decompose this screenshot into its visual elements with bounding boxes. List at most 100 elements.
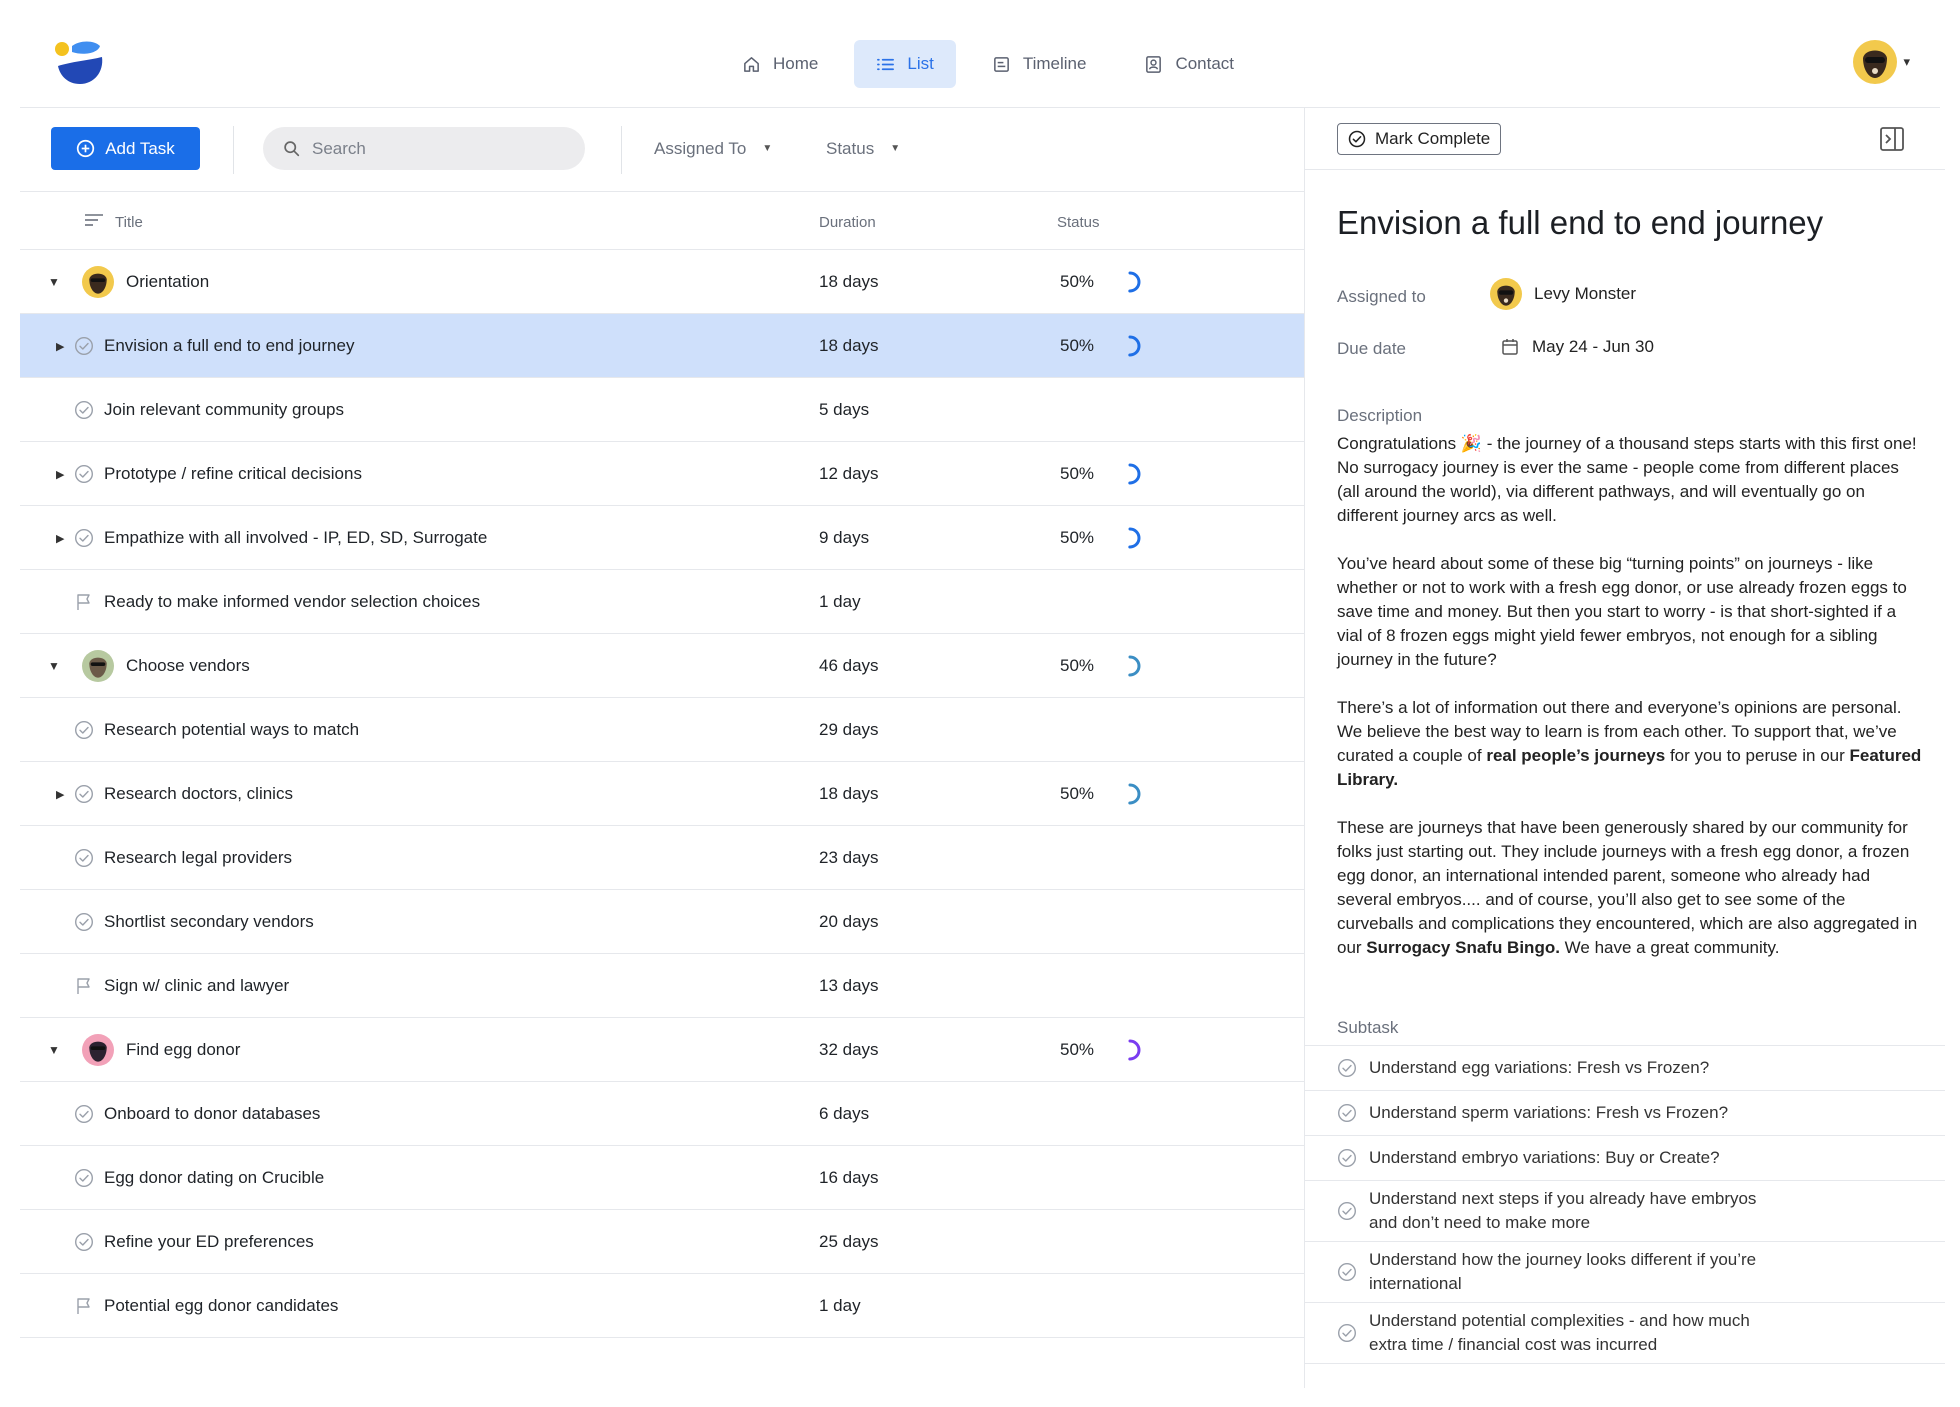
task-title: Ready to make informed vendor selection … bbox=[104, 592, 481, 611]
group-row[interactable]: ▼ Orientation 18 days 50% bbox=[20, 250, 1304, 314]
check-circle-icon[interactable] bbox=[1337, 1103, 1357, 1123]
flag-icon bbox=[77, 978, 90, 994]
task-row[interactable]: ▶ Empathize with all involved - IP, ED, S… bbox=[20, 506, 1304, 570]
subtask-item[interactable]: Understand embryo variations: Buy or Cre… bbox=[1305, 1136, 1945, 1181]
task-duration: 5 days bbox=[819, 400, 870, 419]
collapse-caret-icon[interactable]: ▼ bbox=[48, 1018, 60, 1082]
close-panel-icon[interactable] bbox=[1879, 126, 1905, 152]
task-row[interactable]: ▶ Envision a full end to end journey 18 da… bbox=[20, 314, 1304, 378]
task-row[interactable]: Join relevant community groups 5 days bbox=[20, 378, 1304, 442]
subtask-item[interactable]: Understand how the journey looks differe… bbox=[1305, 1242, 1945, 1303]
check-circle-icon[interactable] bbox=[1337, 1201, 1357, 1221]
subtask-item[interactable]: Understand potential complexities - and … bbox=[1305, 1303, 1945, 1364]
subtask-item[interactable]: Understand sperm variations: Fresh vs Fr… bbox=[1305, 1091, 1945, 1136]
task-row[interactable]: ▶ Prototype / refine critical decisions 12… bbox=[20, 442, 1304, 506]
check-circle-icon[interactable] bbox=[74, 336, 94, 356]
group-row[interactable]: ▼ Find egg donor 32 days 50% bbox=[20, 1018, 1304, 1082]
task-row[interactable]: Shortlist secondary vendors 20 days bbox=[20, 890, 1304, 954]
check-circle-icon[interactable] bbox=[74, 912, 94, 932]
nav-contact-label: Contact bbox=[1175, 54, 1235, 73]
task-row[interactable]: Research potential ways to match 29 days bbox=[20, 698, 1304, 762]
task-title: Research potential ways to match bbox=[104, 720, 360, 739]
task-title: Join relevant community groups bbox=[104, 400, 345, 419]
sort-icon[interactable] bbox=[84, 212, 104, 232]
assignee-name: Levy Monster bbox=[1534, 284, 1637, 303]
expand-caret-icon[interactable]: ▶ bbox=[56, 506, 64, 570]
text-span: We have a great community. bbox=[1559, 938, 1780, 957]
expand-caret-icon[interactable]: ▶ bbox=[56, 314, 64, 378]
task-row[interactable]: ▶ Research doctors, clinics 18 days 50% bbox=[20, 762, 1304, 826]
task-row[interactable]: Onboard to donor databases 6 days bbox=[20, 1082, 1304, 1146]
check-circle-icon[interactable] bbox=[74, 848, 94, 868]
description-label: Description bbox=[1337, 406, 1423, 425]
mark-complete-button[interactable]: Mark Complete bbox=[1337, 123, 1502, 155]
subtask-item[interactable]: Understand egg variations: Fresh vs Froz… bbox=[1305, 1046, 1945, 1091]
task-title: Envision a full end to end journey bbox=[104, 336, 355, 355]
task-duration: 12 days bbox=[819, 464, 879, 483]
subtask-item[interactable]: Understand next steps if you already hav… bbox=[1305, 1181, 1945, 1242]
assigned-to-value[interactable]: Levy Monster bbox=[1490, 278, 1636, 310]
due-date-value[interactable]: May 24 - Jun 30 bbox=[1500, 337, 1654, 357]
task-row[interactable]: Potential egg donor candidates 1 day bbox=[20, 1274, 1304, 1338]
subtask-text: Understand embryo variations: Buy or Cre… bbox=[1369, 1148, 1720, 1167]
check-circle-icon[interactable] bbox=[74, 1232, 94, 1252]
real-journeys-link[interactable]: real people’s journeys bbox=[1486, 746, 1665, 765]
task-duration: 46 days bbox=[819, 656, 879, 675]
task-duration: 6 days bbox=[819, 1104, 870, 1123]
nav-list[interactable]: List bbox=[854, 40, 956, 88]
group-avatar bbox=[82, 650, 114, 682]
task-row[interactable]: Sign w/ clinic and lawyer 13 days bbox=[20, 954, 1304, 1018]
task-rows: ▼ Orientation 18 days 50% ▶ Envision a full e… bbox=[20, 250, 1304, 1338]
check-circle-icon[interactable] bbox=[1337, 1323, 1357, 1343]
check-circle-icon[interactable] bbox=[74, 1104, 94, 1124]
check-circle-icon[interactable] bbox=[74, 528, 94, 548]
search-input[interactable] bbox=[312, 138, 552, 159]
chevron-down-icon: ▾ bbox=[1903, 54, 1910, 69]
collapse-caret-icon[interactable]: ▼ bbox=[48, 250, 60, 314]
progress-ring bbox=[1119, 1039, 1141, 1061]
assigned-to-filter[interactable]: Assigned To ▼ bbox=[654, 127, 772, 170]
group-title: Orientation bbox=[126, 272, 210, 291]
description-paragraph: There’s a lot of information out there a… bbox=[1337, 696, 1923, 792]
group-row[interactable]: ▼ Choose vendors 46 days 50% bbox=[20, 634, 1304, 698]
home-icon bbox=[744, 56, 759, 72]
status-filter[interactable]: Status ▼ bbox=[826, 127, 900, 170]
task-status-percent: 50% bbox=[1060, 528, 1095, 547]
task-duration: 29 days bbox=[819, 720, 879, 739]
nav-home[interactable]: Home bbox=[720, 40, 840, 88]
task-row[interactable]: Ready to make informed vendor selection … bbox=[20, 570, 1304, 634]
add-task-button[interactable]: Add Task bbox=[51, 127, 200, 170]
collapse-caret-icon[interactable]: ▼ bbox=[48, 634, 60, 698]
column-duration[interactable]: Duration bbox=[819, 214, 876, 231]
check-circle-icon[interactable] bbox=[74, 1168, 94, 1188]
expand-caret-icon[interactable]: ▶ bbox=[56, 762, 64, 826]
nav-contact[interactable]: Contact bbox=[1122, 40, 1256, 88]
task-row[interactable]: Refine your ED preferences 25 days bbox=[20, 1210, 1304, 1274]
check-circle-icon[interactable] bbox=[1337, 1148, 1357, 1168]
check-circle-icon[interactable] bbox=[1337, 1262, 1357, 1282]
check-circle-icon[interactable] bbox=[74, 720, 94, 740]
group-avatar bbox=[82, 266, 114, 298]
check-circle-icon[interactable] bbox=[1337, 1058, 1357, 1078]
assignee-avatar bbox=[1490, 278, 1522, 310]
app-logo[interactable] bbox=[54, 40, 104, 86]
column-title[interactable]: Title bbox=[115, 214, 143, 231]
task-duration: 16 days bbox=[819, 1168, 879, 1187]
task-row[interactable]: Egg donor dating on Crucible 16 days bbox=[20, 1146, 1304, 1210]
check-circle-icon[interactable] bbox=[74, 784, 94, 804]
flag-icon bbox=[77, 594, 90, 610]
search-box[interactable] bbox=[263, 127, 585, 170]
due-date-text: May 24 - Jun 30 bbox=[1532, 337, 1654, 356]
check-circle-icon[interactable] bbox=[74, 464, 94, 484]
task-duration: 18 days bbox=[819, 336, 879, 355]
user-menu[interactable]: ▾ bbox=[1853, 40, 1910, 84]
subtask-text: Understand egg variations: Fresh vs Froz… bbox=[1369, 1058, 1710, 1077]
expand-caret-icon[interactable]: ▶ bbox=[56, 442, 64, 506]
task-duration: 32 days bbox=[819, 1040, 879, 1059]
column-status[interactable]: Status bbox=[1057, 214, 1100, 231]
task-row[interactable]: Research legal providers 23 days bbox=[20, 826, 1304, 890]
plus-circle-icon bbox=[77, 139, 95, 158]
nav-timeline[interactable]: Timeline bbox=[970, 40, 1109, 88]
check-circle-icon[interactable] bbox=[74, 400, 94, 420]
snafu-bingo-link[interactable]: Surrogacy Snafu Bingo. bbox=[1366, 938, 1560, 957]
